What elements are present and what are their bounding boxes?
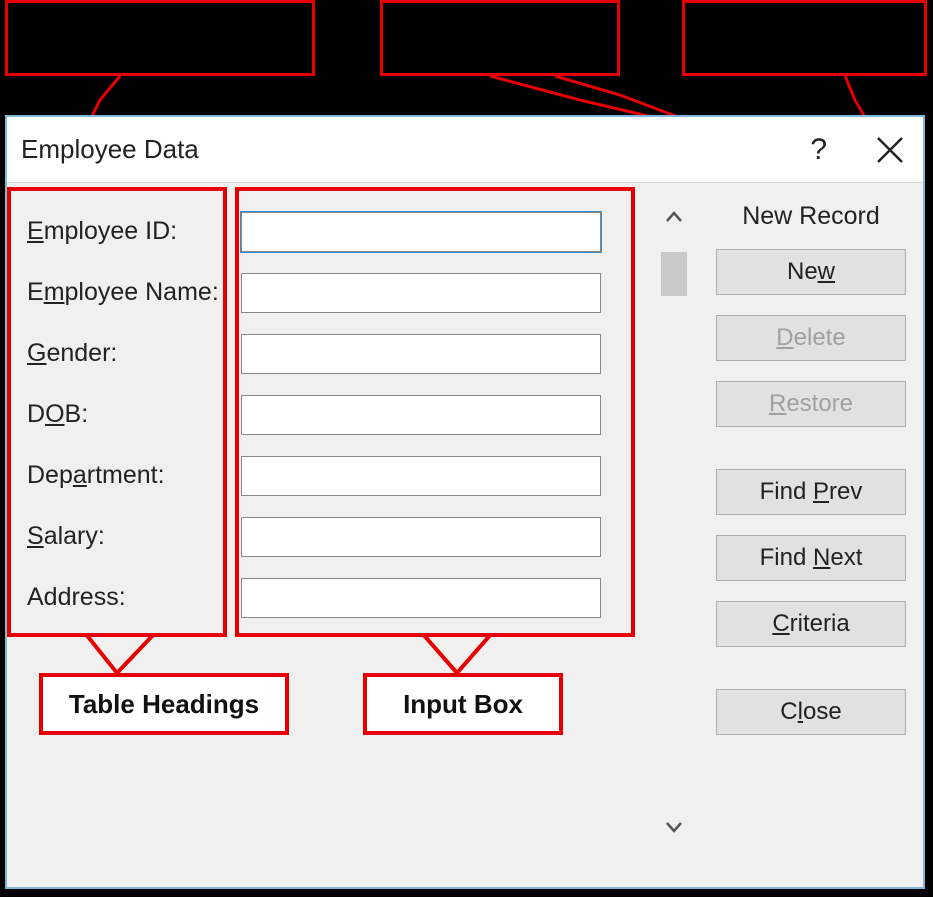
titlebar: Employee Data ?	[7, 117, 923, 183]
restore-button[interactable]: Restore	[716, 381, 906, 427]
help-icon[interactable]: ?	[802, 129, 835, 171]
delete-button[interactable]: Delete	[716, 315, 906, 361]
form-area: Employee ID: Employee Name: Gender: DOB:…	[21, 201, 656, 628]
record-status-label: New Record	[711, 202, 911, 231]
field-row-department: Department:	[21, 445, 656, 506]
field-row-employee-name: Employee Name:	[21, 262, 656, 323]
address-input[interactable]	[241, 578, 601, 618]
data-form-dialog: Employee Data ? Employee ID: Employee Na…	[5, 115, 925, 889]
field-row-employee-id: Employee ID:	[21, 201, 656, 262]
close-button[interactable]: Close	[716, 689, 906, 735]
find-next-button[interactable]: Find Next	[716, 535, 906, 581]
field-row-salary: Salary:	[21, 506, 656, 567]
field-row-address: Address:	[21, 567, 656, 628]
field-label: Employee ID:	[21, 217, 241, 246]
department-input[interactable]	[241, 456, 601, 496]
callout-top-right	[682, 0, 927, 76]
dialog-title: Employee Data	[21, 134, 199, 165]
annotation-label-input-box: Input Box	[363, 673, 563, 735]
employee-id-input[interactable]	[241, 212, 601, 252]
field-label: Employee Name:	[21, 278, 241, 307]
callout-top-left	[5, 0, 315, 76]
field-label: Gender:	[21, 339, 241, 368]
employee-name-input[interactable]	[241, 273, 601, 313]
new-button[interactable]: New	[716, 249, 906, 295]
field-row-dob: DOB:	[21, 384, 656, 445]
field-label: Address:	[21, 583, 241, 612]
close-icon[interactable]	[871, 131, 909, 169]
gender-input[interactable]	[241, 334, 601, 374]
scroll-down-icon[interactable]	[656, 812, 692, 842]
find-prev-button[interactable]: Find Prev	[716, 469, 906, 515]
dob-input[interactable]	[241, 395, 601, 435]
callout-top-middle	[380, 0, 620, 76]
scroll-up-icon[interactable]	[656, 202, 692, 232]
field-label: DOB:	[21, 400, 241, 429]
field-label: Department:	[21, 461, 241, 490]
criteria-button[interactable]: Criteria	[716, 601, 906, 647]
form-scrollbar[interactable]	[656, 202, 692, 842]
salary-input[interactable]	[241, 517, 601, 557]
button-column: New Record New Delete Restore Find Prev …	[711, 202, 911, 755]
field-label: Salary:	[21, 522, 241, 551]
dialog-body: Employee ID: Employee Name: Gender: DOB:…	[7, 183, 923, 887]
scroll-thumb[interactable]	[661, 252, 687, 296]
annotation-label-table-headings: Table Headings	[39, 673, 289, 735]
field-row-gender: Gender:	[21, 323, 656, 384]
